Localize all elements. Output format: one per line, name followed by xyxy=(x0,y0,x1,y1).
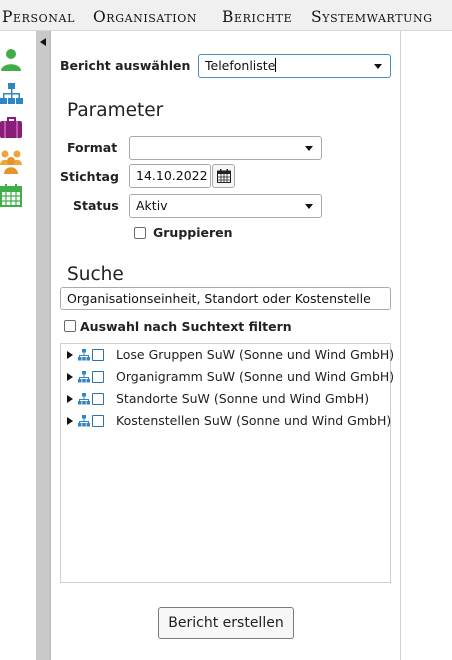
menu-organisation[interactable]: Organisation xyxy=(93,8,197,26)
chevron-down-icon xyxy=(305,146,313,151)
expand-arrow-icon[interactable] xyxy=(67,351,73,359)
expand-arrow-icon[interactable] xyxy=(67,395,73,403)
text-caret xyxy=(275,58,277,72)
tree-node-label: Lose Gruppen SuW (Sonne und Wind GmbH) xyxy=(116,347,395,362)
tree-node-checkbox[interactable] xyxy=(92,393,104,405)
stichtag-value: 14.10.2022 xyxy=(136,168,208,183)
tree-node-label: Kostenstellen SuW (Sonne und Wind GmbH) xyxy=(116,413,392,428)
filter-by-search-label: Auswahl nach Suchtext filtern xyxy=(80,319,292,334)
org-tree-icon xyxy=(78,415,90,427)
report-select-value: Telefonliste xyxy=(205,58,276,73)
panel-right-border xyxy=(400,31,401,660)
menu-berichte[interactable]: Berichte xyxy=(222,8,292,26)
gruppieren-label: Gruppieren xyxy=(153,225,233,240)
gruppieren-checkbox[interactable] xyxy=(134,227,146,239)
chevron-down-icon xyxy=(374,64,382,69)
search-input-value: Organisationseinheit, Standort oder Kost… xyxy=(67,291,371,306)
chevron-down-icon xyxy=(305,204,313,209)
status-select-value: Aktiv xyxy=(136,198,168,213)
create-report-button[interactable]: Bericht erstellen xyxy=(158,607,294,639)
org-chart-icon[interactable] xyxy=(0,81,24,107)
calendar-icon[interactable] xyxy=(0,183,24,209)
tree-node[interactable]: Kostenstellen SuW (Sonne und Wind GmbH) xyxy=(61,412,392,432)
sidebar-collapse-strip xyxy=(36,31,50,660)
stichtag-label: Stichtag xyxy=(60,169,119,184)
tree-node-label: Standorte SuW (Sonne und Wind GmbH) xyxy=(116,391,370,406)
group-icon[interactable] xyxy=(0,149,24,175)
person-icon[interactable] xyxy=(0,47,24,73)
module-sidebar xyxy=(0,31,36,660)
org-tree-icon xyxy=(78,393,90,405)
org-tree-panel: Lose Gruppen SuW (Sonne und Wind GmbH) O… xyxy=(60,343,394,583)
search-section-title: Suche xyxy=(67,264,124,285)
report-select[interactable]: Telefonliste xyxy=(198,54,391,78)
status-select[interactable]: Aktiv xyxy=(129,194,322,218)
tree-node-label: Organigramm SuW (Sonne und Wind GmbH) xyxy=(116,369,395,384)
filter-by-search-checkbox[interactable] xyxy=(64,320,76,332)
parameter-section-title: Parameter xyxy=(67,100,164,121)
briefcase-icon[interactable] xyxy=(0,115,24,141)
tree-node-checkbox[interactable] xyxy=(92,371,104,383)
tree-node-checkbox[interactable] xyxy=(92,415,104,427)
report-select-label: Bericht auswählen xyxy=(60,58,191,73)
menu-systemwartung[interactable]: Systemwartung xyxy=(311,8,433,26)
stichtag-date-input[interactable]: 14.10.2022 xyxy=(129,164,211,188)
collapse-arrow-icon[interactable] xyxy=(40,38,46,46)
expand-arrow-icon[interactable] xyxy=(67,417,73,425)
org-tree-icon xyxy=(78,371,90,383)
top-menu-bar: Personal Organisation Berichte Systemwar… xyxy=(0,0,452,31)
date-picker-button[interactable] xyxy=(212,164,235,188)
search-input[interactable]: Organisationseinheit, Standort oder Kost… xyxy=(60,287,391,310)
org-tree-icon xyxy=(78,349,90,361)
tree-node[interactable]: Organigramm SuW (Sonne und Wind GmbH) xyxy=(61,368,394,388)
tree-node[interactable]: Lose Gruppen SuW (Sonne und Wind GmbH) xyxy=(61,346,394,366)
status-label: Status xyxy=(73,198,119,213)
calendar-icon xyxy=(217,169,231,183)
menu-personal[interactable]: Personal xyxy=(2,8,75,26)
format-select[interactable] xyxy=(129,136,322,160)
tree-node[interactable]: Standorte SuW (Sonne und Wind GmbH) xyxy=(61,390,390,410)
expand-arrow-icon[interactable] xyxy=(67,373,73,381)
content-divider xyxy=(50,31,51,660)
tree-node-checkbox[interactable] xyxy=(92,349,104,361)
format-label: Format xyxy=(67,140,118,155)
